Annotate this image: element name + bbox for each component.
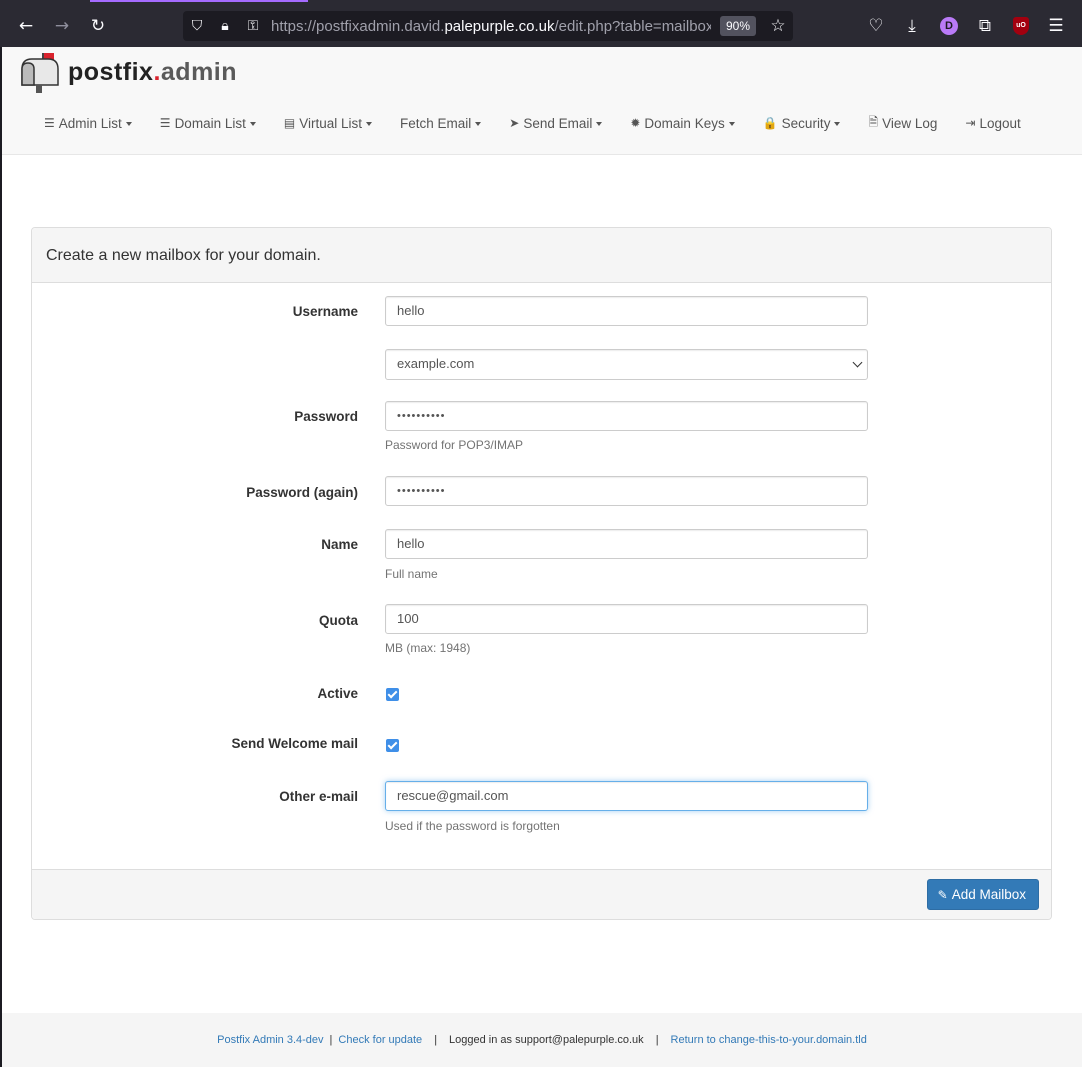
caret-down-icon	[834, 122, 841, 126]
quota-label: Quota	[319, 613, 358, 628]
domain-select[interactable]: example.com	[385, 349, 868, 380]
footer-separator: |	[434, 1034, 438, 1046]
extensions-icon[interactable]: ⧉	[971, 12, 999, 40]
reload-icon[interactable]: ↻	[84, 12, 112, 40]
forward-icon[interactable]: →	[48, 12, 76, 40]
back-icon[interactable]: ←	[12, 12, 40, 40]
edit-icon: ✎	[937, 887, 948, 902]
hamburger-menu-icon[interactable]: ☰	[1042, 12, 1070, 40]
version-link[interactable]: Postfix Admin 3.4-dev	[217, 1034, 323, 1046]
password-input[interactable]: ••••••••••	[385, 401, 868, 431]
key-icon[interactable]: ⚿	[239, 18, 267, 34]
other-email-input[interactable]: rescue@gmail.com	[385, 781, 868, 811]
browser-toolbar: ← → ↻ ⛉ 🔒︎ ⚿ https://postfixadmin.david.…	[0, 0, 1082, 47]
cog-icon: ✹	[630, 116, 641, 130]
panel-footer: ✎ Add Mailbox	[32, 869, 1051, 919]
menu-domain-list[interactable]: ☰ Domain List	[146, 107, 270, 139]
caret-down-icon	[365, 122, 372, 126]
caret-down-icon	[728, 122, 735, 126]
add-mailbox-button[interactable]: ✎ Add Mailbox	[926, 879, 1039, 910]
name-input[interactable]: hello	[385, 529, 868, 559]
list-icon: ☰	[159, 116, 171, 130]
postfixadmin-logo[interactable]: postfix.admin	[18, 51, 237, 93]
active-tab-indicator	[90, 0, 308, 2]
caret-down-icon	[125, 122, 132, 126]
pocket-icon[interactable]: ♡	[862, 12, 890, 40]
check-update-link[interactable]: Check for update	[338, 1034, 422, 1046]
ublock-icon[interactable]: uO	[1013, 17, 1029, 35]
menu-security[interactable]: 🔒 Security	[749, 107, 855, 139]
navbar: postfix.admin ☰ Admin List ☰ Domain List ▤…	[2, 47, 1082, 155]
url-bar[interactable]: ⛉ 🔒︎ ⚿ https://postfixadmin.david.palepu…	[183, 11, 793, 41]
active-checkbox[interactable]	[386, 688, 399, 701]
create-mailbox-panel: Create a new mailbox for your domain. Us…	[31, 227, 1052, 920]
panel-heading: Create a new mailbox for your domain.	[32, 228, 1051, 283]
lock-icon: 🔒	[762, 116, 778, 130]
send-icon: ➤	[509, 116, 520, 130]
password-again-label: Password (again)	[246, 485, 358, 500]
caret-down-icon	[249, 122, 256, 126]
quota-help: MB (max: 1948)	[385, 641, 471, 655]
other-email-help: Used if the password is forgotten	[385, 819, 560, 833]
name-label: Name	[321, 537, 358, 552]
shield-icon[interactable]: ⛉	[183, 18, 211, 34]
menu-virtual-list[interactable]: ▤ Virtual List	[270, 107, 386, 139]
menu-admin-list[interactable]: ☰ Admin List	[30, 107, 146, 139]
mailbox-logo-icon	[21, 53, 59, 93]
logged-in-text: Logged in as support@palepurple.co.uk	[449, 1034, 644, 1046]
menu-view-log[interactable]: 🗎 View Log	[854, 107, 951, 139]
footer-separator: |	[329, 1034, 333, 1046]
welcome-label: Send Welcome mail	[231, 736, 358, 751]
username-label: Username	[292, 304, 358, 319]
footer-separator: |	[655, 1034, 659, 1046]
username-input[interactable]: hello	[385, 296, 868, 326]
page: postfix.admin ☰ Admin List ☰ Domain List ▤…	[2, 47, 1082, 1067]
logout-icon: ⇥	[965, 116, 976, 130]
password-help: Password for POP3/IMAP	[385, 438, 524, 452]
menu-send-email[interactable]: ➤ Send Email	[495, 107, 616, 139]
logo-text: postfix.admin	[68, 57, 238, 86]
password-label: Password	[294, 409, 358, 424]
chevron-down-icon	[852, 357, 863, 368]
name-help: Full name	[385, 567, 438, 581]
return-link[interactable]: Return to change-this-to-your.domain.tld	[671, 1034, 867, 1046]
zoom-level[interactable]: 90%	[720, 16, 757, 36]
download-icon[interactable]: ⤓	[898, 12, 926, 40]
bookmark-star-icon[interactable]: ☆	[764, 12, 792, 40]
quota-input[interactable]: 100	[385, 604, 868, 634]
menu-domain-keys[interactable]: ✹ Domain Keys	[616, 107, 748, 139]
list-alt-icon: ▤	[283, 116, 296, 130]
main-menu: ☰ Admin List ☰ Domain List ▤ Virtual List F…	[30, 107, 1035, 139]
page-footer: Postfix Admin 3.4-dev | Check for update…	[2, 1013, 1082, 1067]
menu-logout[interactable]: ⇥ Logout	[951, 107, 1034, 139]
account-avatar[interactable]: D	[940, 17, 958, 35]
welcome-checkbox[interactable]	[386, 739, 399, 752]
list-icon: ☰	[44, 116, 55, 130]
menu-fetch-email[interactable]: Fetch Email	[386, 107, 495, 139]
active-label: Active	[317, 686, 358, 701]
caret-down-icon	[596, 122, 603, 126]
url-text[interactable]: https://postfixadmin.david.palepurple.co…	[271, 18, 711, 35]
other-email-label: Other e-mail	[279, 789, 358, 804]
file-icon: 🗎	[868, 114, 879, 129]
caret-down-icon	[475, 122, 482, 126]
password-again-input[interactable]: ••••••••••	[385, 476, 868, 506]
lock-icon[interactable]: 🔒︎	[211, 18, 239, 34]
